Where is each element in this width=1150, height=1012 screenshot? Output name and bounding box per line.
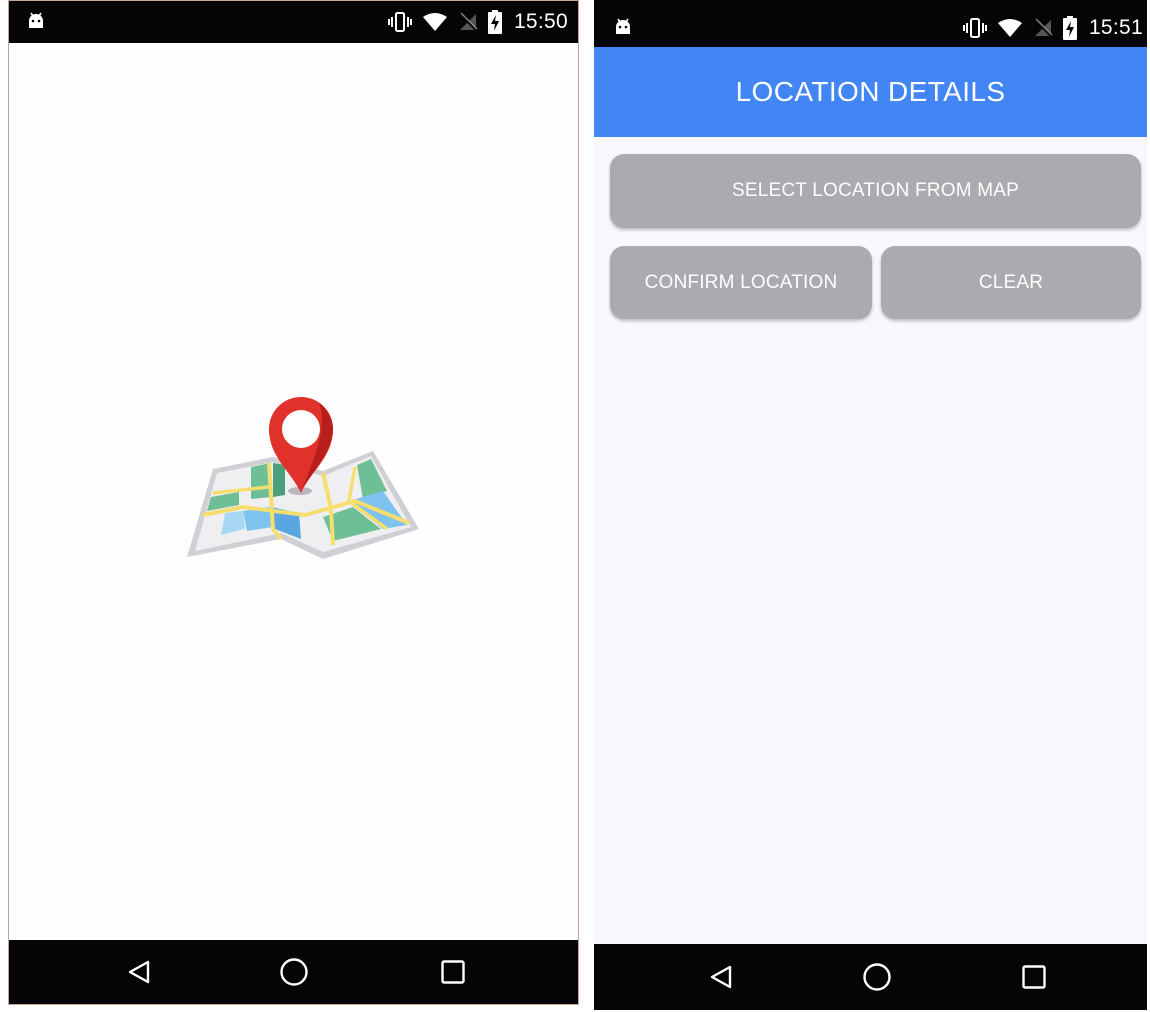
map-pin-icon bbox=[187, 397, 419, 559]
recents-icon[interactable] bbox=[1021, 964, 1047, 990]
android-debug-icon bbox=[29, 12, 43, 28]
location-details-screen: 15:51 LOCATION DETAILS SELECT LOCATION F… bbox=[594, 0, 1147, 1010]
status-bar: 15:50 bbox=[9, 1, 578, 43]
no-sim-icon bbox=[1034, 18, 1053, 37]
vibrate-icon bbox=[387, 12, 412, 32]
app-bar: LOCATION DETAILS bbox=[594, 47, 1147, 137]
home-icon[interactable] bbox=[862, 962, 892, 992]
clear-button[interactable]: CLEAR bbox=[881, 246, 1141, 319]
back-icon[interactable] bbox=[126, 959, 152, 985]
recents-icon[interactable] bbox=[440, 959, 466, 985]
navigation-bar bbox=[9, 940, 578, 1004]
status-time: 15:50 bbox=[513, 10, 568, 33]
status-bar: 15:51 bbox=[594, 0, 1147, 47]
wifi-icon bbox=[997, 19, 1022, 37]
splash-screen: 15:50 bbox=[8, 0, 579, 1005]
battery-charging-icon bbox=[1062, 16, 1077, 40]
confirm-location-button[interactable]: CONFIRM LOCATION bbox=[610, 246, 872, 319]
battery-charging-icon bbox=[487, 10, 502, 34]
wifi-icon bbox=[422, 13, 447, 31]
vibrate-icon bbox=[962, 18, 987, 38]
status-time: 15:51 bbox=[1088, 16, 1143, 39]
back-icon[interactable] bbox=[708, 964, 734, 990]
select-location-from-map-button[interactable]: SELECT LOCATION FROM MAP bbox=[610, 154, 1141, 228]
no-sim-icon bbox=[459, 12, 478, 31]
navigation-bar bbox=[594, 944, 1147, 1010]
home-icon[interactable] bbox=[279, 957, 309, 987]
android-debug-icon bbox=[616, 18, 630, 34]
page-title: LOCATION DETAILS bbox=[735, 76, 1006, 107]
